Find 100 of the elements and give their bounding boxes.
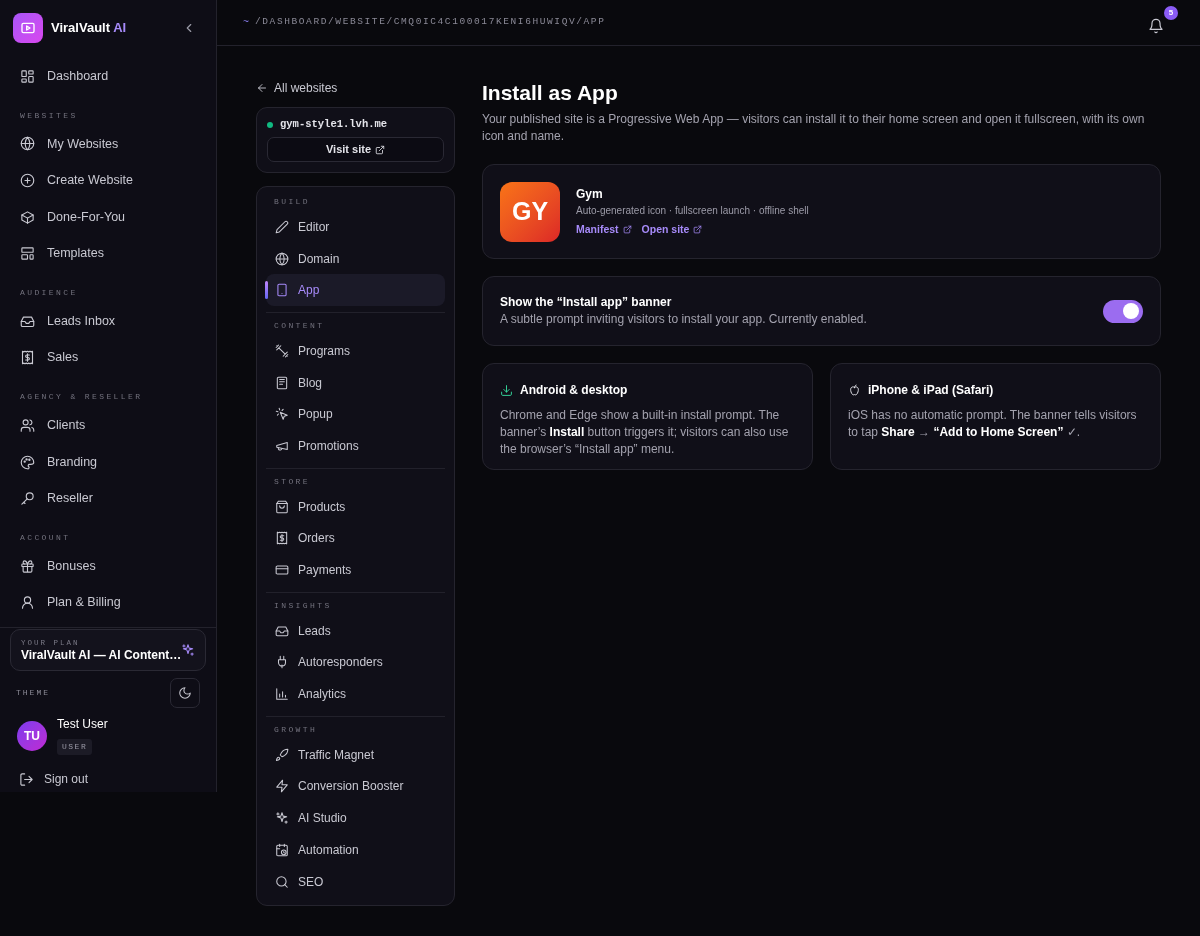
section-label: AUDIENCE [19, 286, 79, 299]
notifications-button[interactable]: 5 [1148, 5, 1178, 36]
pointer-icon [275, 407, 289, 422]
back-link[interactable]: All websites [256, 78, 455, 98]
visit-site-button[interactable]: Visit site [267, 137, 444, 162]
sidebar-item[interactable]: Leads Inbox [8, 302, 208, 340]
site-nav-item[interactable]: Payments [266, 554, 445, 586]
nav-group-label: CONTENT [273, 320, 326, 333]
card-icon [275, 563, 289, 578]
sidebar-item[interactable]: Create Website [8, 162, 208, 199]
search-icon [275, 874, 289, 889]
sidebar-item[interactable]: Branding [8, 443, 208, 481]
box-icon [20, 209, 35, 225]
sidebar-item[interactable]: My Websites [8, 125, 208, 163]
newspaper-icon [275, 375, 289, 390]
pencil-icon [275, 219, 289, 234]
platform-instructions: Chrome and Edge show a built-in install prompt. The banner’s Install button triggers it; visitors can also use the browser’s “Install app” menu. [500, 407, 790, 458]
user-name: Test User [57, 716, 108, 732]
download-icon [500, 383, 513, 397]
site-nav-item[interactable]: AI Studio [266, 802, 445, 834]
plug-icon [275, 655, 289, 670]
site-nav-item[interactable]: Promotions [266, 430, 445, 462]
users-icon [20, 417, 35, 433]
site-nav-item[interactable]: Traffic Magnet [266, 738, 445, 771]
chart-icon [275, 687, 289, 702]
calendar-clock-icon [275, 842, 289, 857]
apple-icon [848, 383, 861, 397]
grid-icon [20, 68, 35, 84]
section-label: ACCOUNT [19, 531, 72, 544]
globe-icon [20, 136, 35, 152]
site-nav-item[interactable]: Products [266, 490, 445, 523]
active-indicator [265, 281, 268, 300]
logout-icon [19, 771, 34, 787]
breadcrumb-path: /DASHBOARD/WEBSITE/CMQ0IC4C100017KENI6HUWIQV/APP [255, 15, 606, 30]
phone-icon [275, 283, 289, 298]
user-avatar: TU [17, 721, 47, 751]
sparkles-icon [275, 811, 289, 826]
sidebar-item[interactable]: Done-For-You [8, 198, 208, 236]
site-domain: gym-style1.lvh.me [280, 117, 388, 133]
plus-circle-icon [20, 173, 35, 188]
breadcrumb-prefix: ~ [243, 16, 249, 30]
globe-icon [275, 251, 289, 266]
gift-icon [20, 558, 35, 574]
dumbbell-icon [275, 343, 289, 358]
app-name: Gym [576, 185, 604, 202]
app-icon: GY [500, 181, 560, 242]
nav-group-label: BUILD [273, 196, 311, 208]
inbox-icon [20, 313, 35, 329]
site-nav-item[interactable]: Popup [266, 398, 445, 431]
inbox-icon [275, 623, 289, 638]
site-nav-item[interactable]: App [266, 274, 445, 307]
user-icon [20, 595, 35, 611]
app-link[interactable]: Open site [641, 221, 703, 238]
receipt-icon [275, 531, 289, 546]
sidebar-item[interactable]: Clients [8, 407, 208, 444]
section-label: AGENCY & RESELLER [19, 391, 144, 404]
theme-toggle-button[interactable] [170, 678, 200, 708]
site-nav-item[interactable]: Analytics [266, 678, 445, 710]
bag-icon [275, 499, 289, 514]
section-label: WEBSITES [19, 109, 79, 122]
site-nav-item[interactable]: Blog [266, 366, 445, 399]
brand-name: ViralVault AI [51, 19, 127, 38]
site-nav-item[interactable]: Conversion Booster [266, 770, 445, 803]
sidebar-item[interactable]: Sales [8, 339, 208, 377]
site-nav-item[interactable]: Autoresponders [266, 646, 445, 679]
nav-group-label: INSIGHTS [273, 599, 333, 612]
theme-label: THEME [16, 687, 50, 699]
setting-description: A subtle prompt inviting visitors to install your app. Currently enabled. [500, 311, 868, 328]
sidebar-item[interactable]: Templates [8, 235, 208, 272]
nav-group-label: STORE [273, 475, 311, 488]
toggle-switch[interactable] [1103, 299, 1143, 323]
site-nav-item[interactable]: Programs [266, 335, 445, 367]
sidebar-item[interactable]: Bonuses [8, 547, 208, 585]
site-nav-item[interactable]: Orders [266, 522, 445, 555]
sign-out-button[interactable]: Sign out [10, 766, 89, 792]
external-link-icon [622, 225, 632, 234]
arrow-left-icon [256, 82, 268, 94]
platform-title: iPhone & iPad (Safari) [868, 382, 994, 399]
sidebar-item[interactable]: Reseller [8, 480, 208, 517]
platform-title: Android & desktop [520, 382, 628, 399]
site-nav-item[interactable]: Leads [266, 614, 445, 647]
site-nav-item[interactable]: SEO [266, 865, 445, 898]
site-nav-item[interactable]: Automation [266, 834, 445, 866]
bell-icon [1148, 17, 1164, 34]
site-nav-item[interactable]: Editor [266, 211, 445, 243]
setting-title: Show the “Install app” banner [500, 294, 673, 310]
site-nav-item[interactable]: Domain [266, 242, 445, 275]
notification-count-badge: 5 [1164, 5, 1178, 20]
key-icon [20, 491, 35, 507]
app-link[interactable]: Manifest [576, 221, 632, 238]
app-meta: Auto-generated icon · fullscreen launch · offline shell [576, 203, 809, 218]
platform-instructions: iOS has no automatic prompt. The banner tells visitors to tap Share → “Add to Home Screen” ✓. [848, 407, 1138, 441]
sidebar-item[interactable]: Plan & Billing [8, 584, 208, 622]
sidebar-item[interactable]: Dashboard [8, 58, 208, 95]
user-role-badge: USER [57, 739, 93, 755]
page-description: Your published site is a Progressive Web App — visitors can install it to their home screen and open it fullscreen, with its own icon and name. [482, 111, 1146, 145]
page-title: Install as App [482, 80, 619, 106]
external-link-icon [693, 225, 703, 234]
palette-icon [20, 454, 35, 470]
lightning-icon [275, 779, 289, 794]
